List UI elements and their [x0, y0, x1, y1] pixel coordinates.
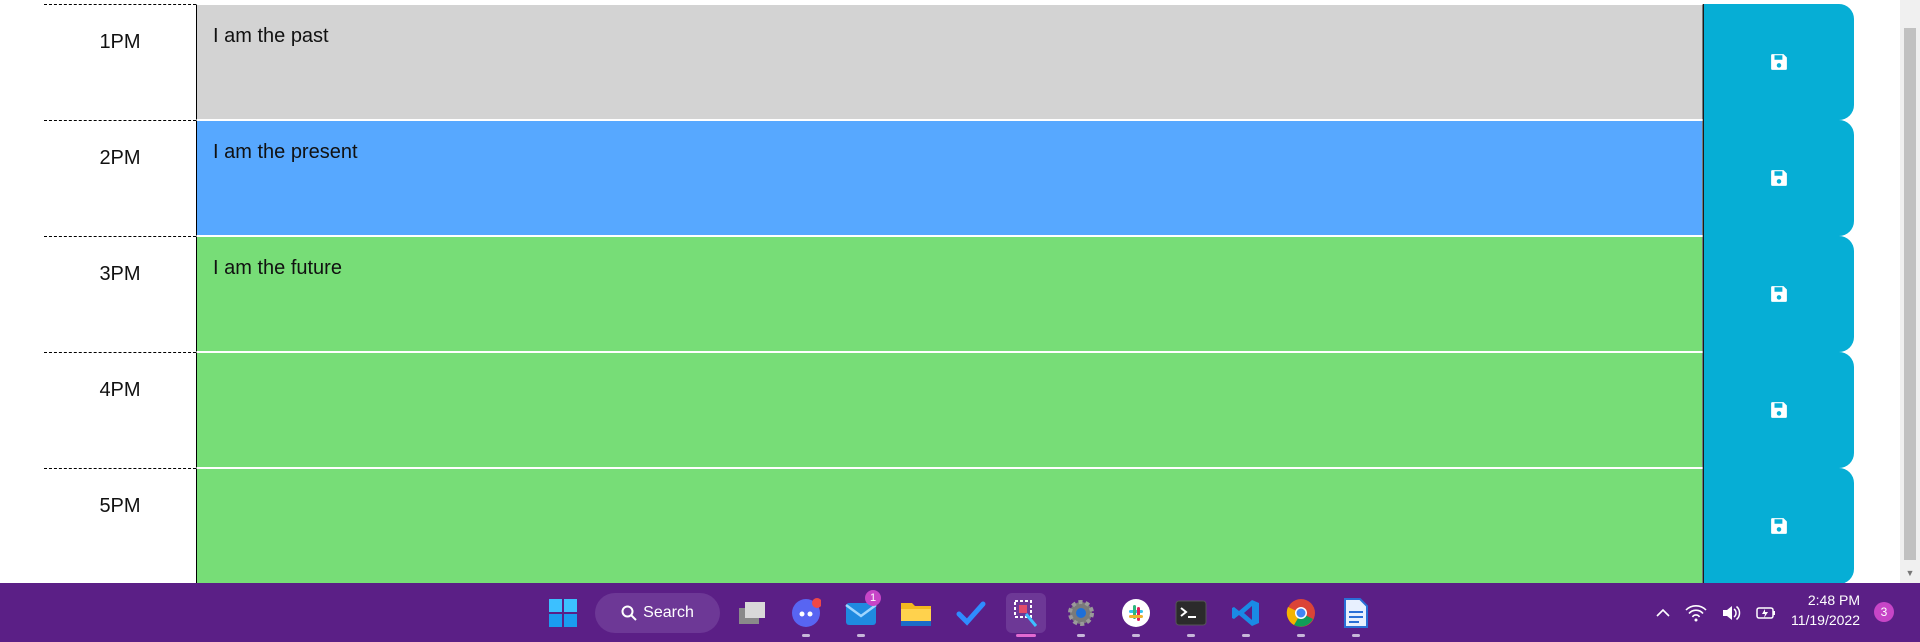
chevron-up-icon[interactable]	[1655, 605, 1671, 621]
taskbar-search-box[interactable]: Search	[595, 593, 720, 633]
chrome-icon	[1286, 599, 1315, 627]
floppy-disk-icon	[1771, 170, 1787, 186]
document-icon	[1344, 598, 1368, 628]
hour-cell: 4PM	[44, 352, 196, 468]
hour-label: 5PM	[99, 495, 141, 517]
floppy-disk-icon	[1771, 518, 1787, 534]
hour-label: 1PM	[99, 31, 141, 53]
taskbar-app-document[interactable]	[1336, 593, 1376, 637]
vscode-icon	[1232, 600, 1259, 626]
mail-unread-badge: 1	[865, 590, 881, 606]
slack-icon	[1122, 599, 1150, 627]
event-description-input[interactable]: I am the past	[196, 4, 1703, 120]
taskbar-app-slack[interactable]	[1116, 593, 1156, 637]
save-button[interactable]	[1703, 120, 1854, 236]
running-indicator	[1242, 634, 1250, 637]
time-block-3pm: 3PM I am the future	[0, 236, 1900, 352]
save-button[interactable]	[1703, 4, 1854, 120]
hour-cell: 2PM	[44, 120, 196, 236]
clock-date: 11/19/2022	[1790, 612, 1860, 628]
event-description-input[interactable]: I am the present	[196, 120, 1703, 236]
running-indicator	[857, 634, 865, 637]
time-block-1pm: 1PM I am the past	[0, 4, 1900, 120]
running-indicator	[1187, 634, 1195, 637]
windows-taskbar: Search 1 2:48 PM 11/19/2022 3	[0, 583, 1920, 642]
search-icon	[621, 605, 637, 621]
floppy-disk-icon	[1771, 54, 1787, 70]
event-description-input[interactable]	[196, 468, 1703, 583]
system-tray	[1655, 595, 1777, 631]
volume-icon[interactable]	[1721, 604, 1741, 622]
time-block-4pm: 4PM	[0, 352, 1900, 468]
running-indicator	[1297, 634, 1305, 637]
gear-icon	[1068, 600, 1094, 626]
hour-cell: 5PM	[44, 468, 196, 583]
taskbar-app-snipping-tool[interactable]	[1006, 593, 1046, 637]
save-button[interactable]	[1703, 352, 1854, 468]
floppy-disk-icon	[1771, 402, 1787, 418]
taskbar-clock[interactable]: 2:48 PM 11/19/2022	[1790, 590, 1860, 630]
windows-logo-icon	[549, 599, 577, 627]
snipping-tool-icon	[1014, 600, 1038, 627]
scroll-down-arrow-icon[interactable]: ▼	[1904, 566, 1916, 580]
task-view-button[interactable]	[732, 593, 772, 633]
hour-cell: 1PM	[44, 4, 196, 120]
save-button[interactable]	[1703, 236, 1854, 352]
taskbar-app-todo[interactable]	[951, 593, 991, 633]
taskbar-app-vscode[interactable]	[1226, 593, 1266, 637]
running-indicator	[802, 634, 810, 637]
clock-time: 2:48 PM	[1807, 592, 1860, 608]
taskbar-app-mail[interactable]: 1	[841, 590, 881, 637]
hour-label: 2PM	[99, 147, 141, 169]
taskbar-app-chrome[interactable]	[1281, 593, 1321, 637]
running-indicator	[1352, 634, 1360, 637]
hour-label: 4PM	[99, 379, 141, 401]
scrollbar-thumb[interactable]	[1904, 28, 1916, 560]
taskbar-app-terminal[interactable]	[1171, 593, 1211, 637]
running-indicator	[1132, 634, 1140, 637]
battery-icon[interactable]	[1755, 604, 1777, 622]
running-indicator	[1077, 634, 1085, 637]
taskbar-app-file-explorer[interactable]	[896, 593, 936, 633]
time-block-2pm: 2PM I am the present	[0, 120, 1900, 236]
folder-icon	[901, 603, 931, 626]
save-button[interactable]	[1703, 468, 1854, 583]
task-view-icon	[739, 602, 765, 624]
taskbar-app-discord[interactable]	[786, 593, 826, 637]
event-description-input[interactable]	[196, 352, 1703, 468]
hour-label: 3PM	[99, 263, 141, 285]
terminal-icon	[1175, 600, 1207, 626]
discord-icon	[792, 598, 821, 627]
day-scheduler: 1PM I am the past 2PM I am the present 3…	[0, 0, 1900, 583]
checkmark-icon	[956, 601, 986, 626]
floppy-disk-icon	[1771, 286, 1787, 302]
time-block-5pm: 5PM	[0, 468, 1900, 583]
start-button[interactable]	[543, 593, 583, 633]
event-description-input[interactable]: I am the future	[196, 236, 1703, 352]
vertical-scrollbar[interactable]: ▼	[1900, 0, 1920, 583]
hour-cell: 3PM	[44, 236, 196, 352]
search-label: Search	[643, 604, 694, 621]
active-indicator	[1016, 634, 1036, 637]
notification-count-badge[interactable]: 3	[1874, 602, 1894, 622]
taskbar-app-settings[interactable]	[1061, 593, 1101, 637]
wifi-icon[interactable]	[1685, 604, 1707, 622]
app-window: 1PM I am the past 2PM I am the present 3…	[0, 0, 1920, 642]
